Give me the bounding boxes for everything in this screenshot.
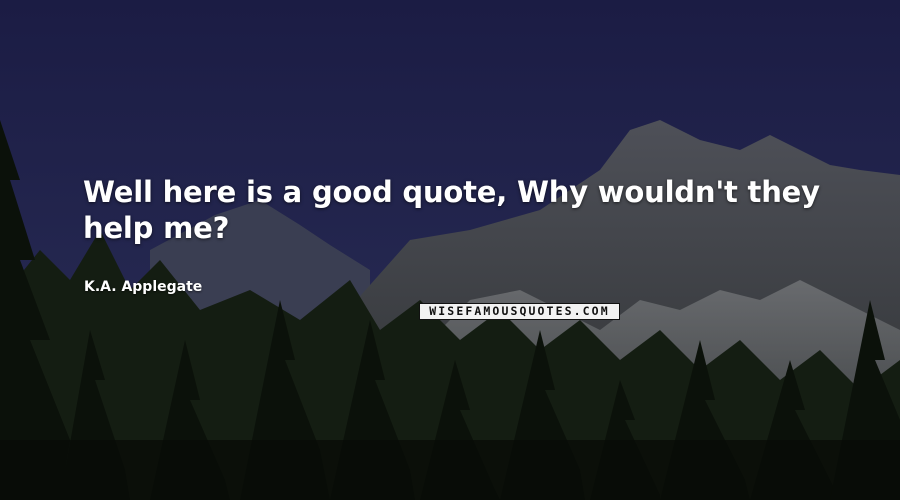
quote-author: K.A. Applegate xyxy=(84,279,203,295)
quote-text: Well here is a good quote, Why wouldn't … xyxy=(83,175,820,245)
quote-card: Well here is a good quote, Why wouldn't … xyxy=(0,0,900,500)
mountain-forest-background xyxy=(0,0,900,500)
bottom-shade xyxy=(0,440,900,500)
site-watermark: WISEFAMOUSQUOTES.COM xyxy=(419,303,620,320)
